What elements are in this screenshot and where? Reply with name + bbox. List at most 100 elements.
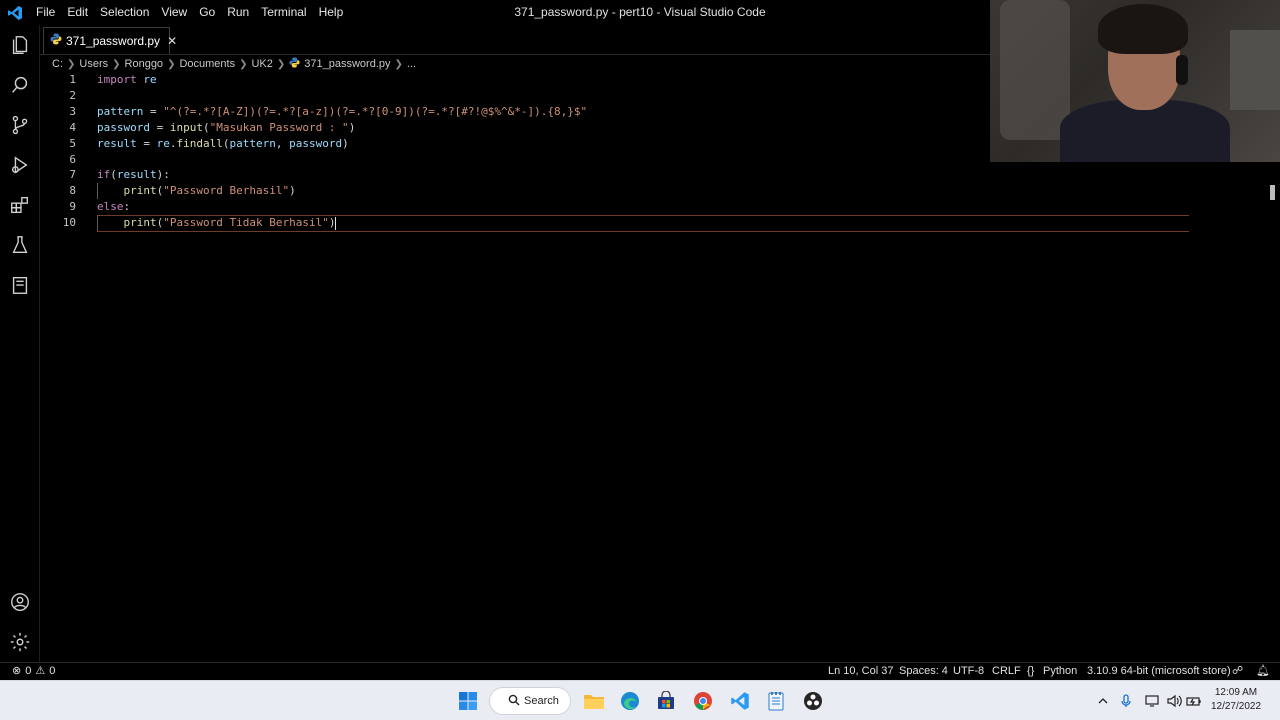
language-mode[interactable]: Python [1043,663,1077,680]
code-line[interactable]: 9 else: [40,199,1190,215]
code-token: password [289,136,343,150]
end-of-line[interactable]: CRLF [992,663,1021,680]
code-line[interactable]: 7 if(result): [40,167,1190,183]
battery-icon[interactable] [1186,681,1202,720]
code-token: ) [342,136,349,150]
vscode-logo-icon[interactable] [0,0,30,25]
obs-studio-icon[interactable] [801,689,825,713]
menu-help[interactable]: Help [313,0,350,25]
network-icon[interactable] [1145,681,1161,720]
error-count: 0 [25,665,32,677]
code-token: ): [156,168,170,182]
code-text: else: [97,199,130,215]
code-token: = [149,120,170,134]
line-number: 7 [69,168,76,182]
code-token: , [275,136,290,150]
menu-terminal[interactable]: Terminal [255,0,312,25]
breadcrumb-uk2[interactable]: UK2 [251,58,272,70]
code-token: else [97,200,124,214]
code-token: ) [328,216,336,230]
code-text: if(result): [97,167,170,183]
menu-edit[interactable]: Edit [61,0,94,25]
editor-scrollbar[interactable] [1270,185,1275,200]
python-interpreter[interactable]: 3.10.9 64-bit (microsoft store) [1087,663,1231,680]
breadcrumb-users[interactable]: Users [79,58,108,70]
clock-time: 12:09 AM [1214,687,1258,698]
error-icon: ⊗ [12,665,22,677]
menu-bar: File Edit Selection View Go Run Terminal… [30,0,349,25]
code-token: if [97,168,111,182]
microsoft-store-icon[interactable] [654,689,678,713]
menu-view[interactable]: View [155,0,193,25]
microphone-icon[interactable] [1120,681,1132,720]
braces-icon: {} [1027,665,1035,677]
notifications-bell-icon[interactable]: 🔔︎ [1256,663,1270,680]
search-icon[interactable] [8,73,32,97]
breadcrumb-file[interactable]: 371_password.py [304,58,390,70]
testing-flask-icon[interactable] [8,233,32,257]
close-icon[interactable]: ✕ [167,34,177,48]
source-control-icon[interactable] [8,113,32,137]
breadcrumb-symbols[interactable]: ... [407,58,416,70]
warning-count: 0 [49,665,56,677]
code-token: ) [348,120,356,134]
code-line[interactable]: 10 print("Password Tidak Berhasil") [40,215,1190,231]
menu-file[interactable]: File [30,0,61,25]
notebook-icon[interactable] [8,273,32,297]
code-text: password = input("Masukan Password : ") [97,120,355,136]
code-token: pattern [229,136,276,150]
line-number: 4 [69,120,76,134]
status-bar: ⊗ 0 ⚠ 0 Ln 10, Col 37 Spaces: 4 UTF-8 CR… [0,662,1280,680]
settings-gear-icon[interactable] [8,630,32,654]
tab-371-password-py[interactable]: 371_password.py ✕ [43,27,177,54]
breadcrumb: C: ❯ Users ❯ Ronggo ❯ Documents ❯ UK2 ❯ … [52,56,416,72]
code-token: re [156,136,170,150]
menu-run[interactable]: Run [221,0,255,25]
menu-go[interactable]: Go [193,0,221,25]
line-number: 3 [69,104,76,118]
code-token: import [97,73,137,86]
code-token: ( [110,168,117,182]
encoding[interactable]: UTF-8 [953,663,984,680]
python-file-icon [50,32,62,50]
code-token: print [123,184,157,198]
chevron-right-icon: ❯ [276,58,286,70]
chevron-right-icon: ❯ [112,58,121,70]
chevron-right-icon: ❯ [239,58,248,70]
chevron-up-icon[interactable] [1097,681,1109,720]
start-windows-icon[interactable] [456,689,480,713]
code-line[interactable]: 8 print("Password Berhasil") [40,183,1190,199]
extensions-icon[interactable] [8,193,32,217]
menu-selection[interactable]: Selection [94,0,155,25]
python-file-icon [289,57,300,71]
search-icon [508,694,520,709]
notepad-icon[interactable] [764,689,788,713]
taskbar-search[interactable]: Search [489,687,571,715]
feedback-icon[interactable]: ☍ [1232,663,1243,680]
vscode-taskbar-icon[interactable] [728,689,752,713]
code-text: result = re.findall(pattern, password) [97,136,349,152]
code-token: "Password Tidak Berhasil" [163,216,329,230]
chrome-browser-icon[interactable] [691,689,715,713]
edge-browser-icon[interactable] [618,689,642,713]
chevron-right-icon: ❯ [67,58,76,70]
cursor-position[interactable]: Ln 10, Col 37 [828,663,893,680]
code-text: print("Password Berhasil") [97,183,296,199]
breadcrumb-drive[interactable]: C: [52,58,63,70]
indentation[interactable]: Spaces: 4 [899,663,948,680]
breadcrumb-documents[interactable]: Documents [179,58,235,70]
code-token: = [136,136,157,150]
account-icon[interactable] [8,590,32,614]
webcam-overlay [990,0,1280,162]
activity-bar [0,25,40,662]
line-number: 9 [69,200,76,214]
system-clock[interactable]: 12:09 AM 12/27/2022 [1210,686,1262,714]
problems-indicator[interactable]: ⊗ 0 ⚠ 0 [12,663,55,680]
run-debug-icon[interactable] [8,153,32,177]
breadcrumb-ronggo[interactable]: Ronggo [125,58,164,70]
volume-icon[interactable] [1166,681,1182,720]
code-token: = [143,104,164,118]
explorer-icon[interactable] [8,33,32,57]
file-explorer-icon[interactable] [582,689,606,713]
